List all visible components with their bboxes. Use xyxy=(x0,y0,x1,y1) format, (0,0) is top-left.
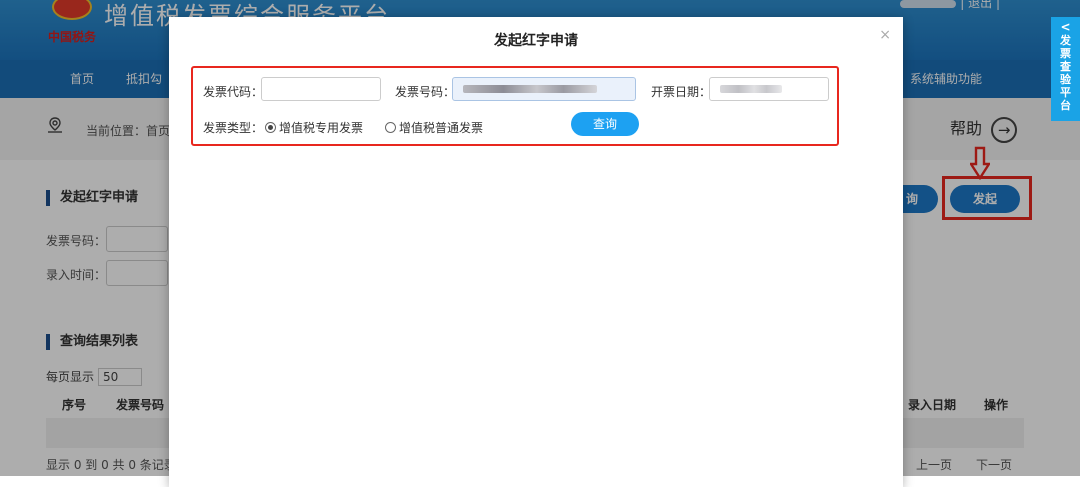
invoice-code-label: 发票代码： xyxy=(203,85,264,99)
radio-special-invoice-label[interactable]: 增值税专用发票 xyxy=(279,119,363,136)
invoice-date-label: 开票日期： xyxy=(651,85,712,99)
dialog-title: 发起红字申请 xyxy=(494,33,578,49)
invoice-type-label: 发票类型： xyxy=(203,121,264,135)
invoice-check-platform-tab[interactable]: < 发 票 查 验 平 台 xyxy=(1051,17,1080,121)
query-button[interactable]: 查询 xyxy=(571,112,639,136)
side-tab-char: 查 xyxy=(1060,60,1071,73)
chevron-left-icon: < xyxy=(1060,20,1071,34)
redacted-value xyxy=(720,85,782,93)
side-tab-char: 平 xyxy=(1060,86,1071,99)
close-icon[interactable]: × xyxy=(879,27,891,43)
redacted-value xyxy=(463,85,597,93)
radio-special-invoice[interactable] xyxy=(265,122,276,133)
radio-ordinary-invoice-label[interactable]: 增值税普通发票 xyxy=(399,119,483,136)
invoice-no-input[interactable] xyxy=(452,77,636,101)
side-tab-char: 验 xyxy=(1060,73,1071,86)
invoice-date-input[interactable] xyxy=(709,77,829,101)
side-tab-char: 发 xyxy=(1060,34,1071,47)
side-tab-char: 台 xyxy=(1060,99,1071,112)
query-form-highlight: 发票代码： 发票号码： 开票日期： 发票类型： 增值税专用发票 增值税普通发票 … xyxy=(191,66,839,146)
red-invoice-apply-dialog: 发起红字申请 × 发票代码： 发票号码： 开票日期： 发票类型： 增值税专用发票… xyxy=(169,17,903,487)
invoice-no-label: 发票号码： xyxy=(395,85,456,99)
invoice-code-input[interactable] xyxy=(261,77,381,101)
side-tab-char: 票 xyxy=(1060,47,1071,60)
radio-ordinary-invoice[interactable] xyxy=(385,122,396,133)
